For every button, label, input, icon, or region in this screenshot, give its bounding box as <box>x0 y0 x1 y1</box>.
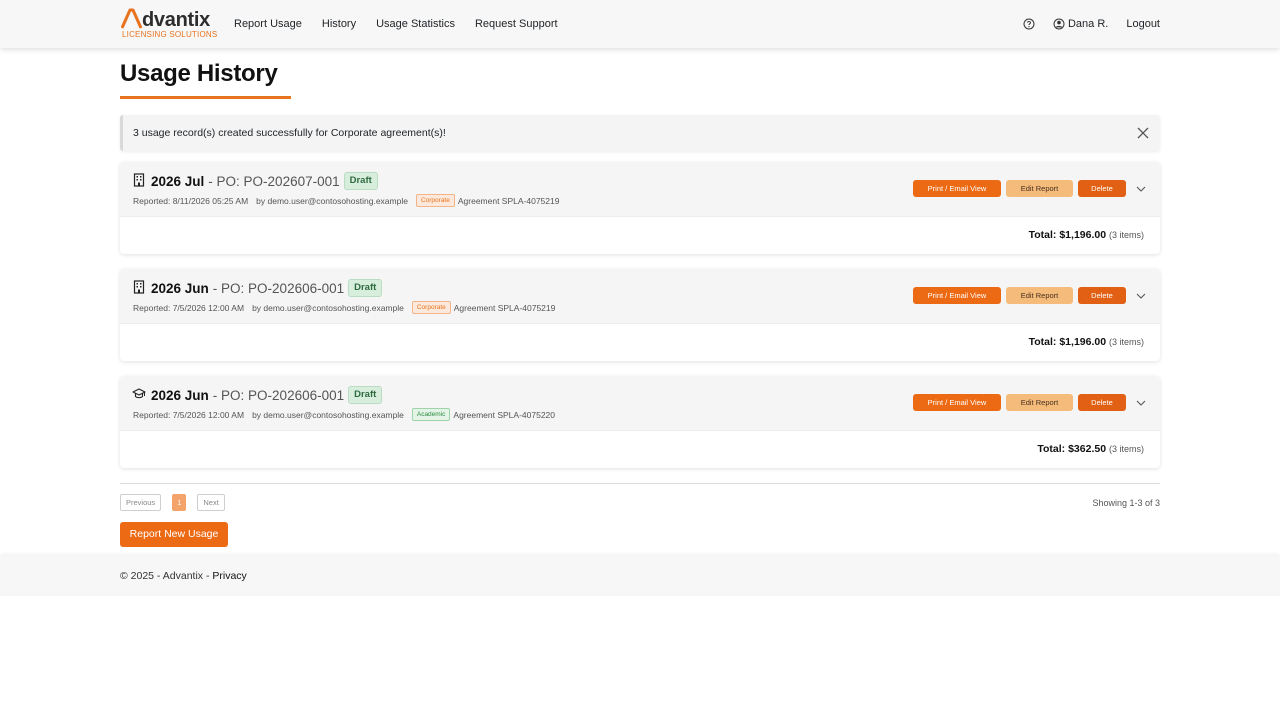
agreement-type-badge: Academic <box>411 408 451 421</box>
next-page-button[interactable]: Next <box>197 494 225 511</box>
record-meta: Reported: 7/5/2026 12:00 AM by demo.user… <box>133 301 555 314</box>
record-period: 2026 Jul <box>151 173 205 189</box>
record-actions: Print / Email View Edit Report Delete <box>913 180 1126 197</box>
record-actions: Print / Email View Edit Report Delete <box>913 287 1126 304</box>
delete-button[interactable]: Delete <box>1078 180 1126 197</box>
total-label: Total: <box>1037 443 1066 455</box>
print-email-view-button[interactable]: Print / Email View <box>913 394 1001 411</box>
record-meta: Reported: 7/5/2026 12:00 AM by demo.user… <box>133 408 555 421</box>
nav-links: Report Usage History Usage Statistics Re… <box>224 0 568 48</box>
chevron-down-icon[interactable] <box>1136 184 1146 194</box>
chevron-down-icon[interactable] <box>1136 398 1146 408</box>
usage-record-card: 2026 Jun - PO: PO-202606-001 Draft Repor… <box>120 269 1160 361</box>
item-count: (3 items) <box>1108 337 1144 347</box>
page-1-button[interactable]: 1 <box>172 494 187 511</box>
agreement-id: Agreement SPLA-4075219 <box>453 302 556 313</box>
usage-record-card: 2026 Jul - PO: PO-202607-001 Draft Repor… <box>120 162 1160 254</box>
copyright: © 2025 - Advantix - <box>120 570 213 582</box>
agreement-id: Agreement SPLA-4075219 <box>457 195 560 206</box>
user-menu[interactable]: Dana R. <box>1053 18 1108 30</box>
record-po: - PO: PO-202606-001 <box>212 387 345 403</box>
total-label: Total: <box>1028 229 1057 241</box>
edit-report-button[interactable]: Edit Report <box>1006 180 1073 197</box>
edit-report-button[interactable]: Edit Report <box>1006 394 1073 411</box>
reported-by: by demo.user@contosohosting.example <box>252 302 404 313</box>
record-actions: Print / Email View Edit Report Delete <box>913 394 1126 411</box>
record-total: Total: $1,196.00 (3 items) <box>1029 229 1144 241</box>
status-badge: Draft <box>343 172 378 190</box>
user-name: Dana R. <box>1067 18 1109 30</box>
record-title: 2026 Jul - PO: PO-202607-001 Draft <box>151 172 378 190</box>
reported-date: Reported: 7/5/2026 12:00 AM <box>133 409 245 420</box>
pagination-divider <box>120 483 1160 484</box>
top-navbar: dvantix LICENSING SOLUTIONS Report Usage… <box>0 0 1280 48</box>
edit-report-button[interactable]: Edit Report <box>1006 287 1073 304</box>
chevron-down-icon[interactable] <box>1136 291 1146 301</box>
record-po: - PO: PO-202606-001 <box>212 280 345 296</box>
reported-date: Reported: 7/5/2026 12:00 AM <box>133 302 245 313</box>
usage-record-header[interactable]: 2026 Jul - PO: PO-202607-001 Draft Repor… <box>120 162 1160 217</box>
footer: © 2025 - Advantix - Privacy <box>0 556 1280 596</box>
advantix-logo[interactable]: dvantix LICENSING SOLUTIONS <box>121 8 217 40</box>
privacy-link[interactable]: Privacy <box>212 570 246 582</box>
reported-date: Reported: 8/11/2026 05:25 AM <box>133 195 249 206</box>
page-title: Usage History <box>120 60 278 87</box>
usage-record-card: 2026 Jun - PO: PO-202606-001 Draft Repor… <box>120 376 1160 468</box>
nav-history[interactable]: History <box>312 18 366 30</box>
nav-report-usage[interactable]: Report Usage <box>224 18 312 30</box>
usage-record-header[interactable]: 2026 Jun - PO: PO-202606-001 Draft Repor… <box>120 269 1160 324</box>
graduation-cap-icon <box>132 388 146 399</box>
record-period: 2026 Jun <box>151 387 209 403</box>
status-badge: Draft <box>348 279 383 297</box>
agreement-type-badge: Corporate <box>415 194 455 207</box>
print-email-view-button[interactable]: Print / Email View <box>913 287 1001 304</box>
usage-record-header[interactable]: 2026 Jun - PO: PO-202606-001 Draft Repor… <box>120 376 1160 431</box>
record-total: Total: $1,196.00 (3 items) <box>1029 336 1144 348</box>
help-icon[interactable] <box>1023 18 1035 30</box>
title-underline <box>120 96 291 99</box>
record-po: - PO: PO-202607-001 <box>208 173 340 189</box>
agreement-type-badge: Corporate <box>411 301 451 314</box>
user-circle-icon <box>1053 18 1065 30</box>
close-icon[interactable] <box>1136 126 1150 140</box>
status-badge: Draft <box>348 386 383 404</box>
agreement-id: Agreement SPLA-4075220 <box>453 409 556 420</box>
footer-text: © 2025 - Advantix - Privacy <box>120 556 247 596</box>
reported-by: by demo.user@contosohosting.example <box>256 195 408 206</box>
total-amount: $1,196.00 <box>1059 229 1107 241</box>
building-icon <box>133 173 145 187</box>
total-amount: $1,196.00 <box>1059 336 1107 348</box>
building-icon <box>133 280 145 294</box>
print-email-view-button[interactable]: Print / Email View <box>913 180 1001 197</box>
success-alert: 3 usage record(s) created successfully f… <box>120 115 1160 151</box>
alert-message: 3 usage record(s) created successfully f… <box>133 127 446 139</box>
report-new-usage-button[interactable]: Report New Usage <box>120 522 228 547</box>
nav-right: Dana R. Logout <box>1023 0 1160 48</box>
nav-request-support[interactable]: Request Support <box>465 18 568 30</box>
record-meta: Reported: 8/11/2026 05:25 AM by demo.use… <box>133 194 559 207</box>
record-period: 2026 Jun <box>151 280 209 296</box>
total-label: Total: <box>1028 336 1057 348</box>
item-count: (3 items) <box>1108 444 1144 454</box>
pagination: Previous 1 Next <box>120 494 225 511</box>
logo-wordmark: dvantix <box>142 9 210 31</box>
delete-button[interactable]: Delete <box>1078 394 1126 411</box>
record-total: Total: $362.50 (3 items) <box>1037 443 1144 455</box>
record-title: 2026 Jun - PO: PO-202606-001 Draft <box>151 386 383 404</box>
record-title: 2026 Jun - PO: PO-202606-001 Draft <box>151 279 383 297</box>
delete-button[interactable]: Delete <box>1078 287 1126 304</box>
logo-mark-icon <box>121 8 143 29</box>
logout-link[interactable]: Logout <box>1126 18 1160 30</box>
total-amount: $362.50 <box>1068 443 1107 455</box>
reported-by: by demo.user@contosohosting.example <box>252 409 404 420</box>
nav-usage-statistics[interactable]: Usage Statistics <box>366 18 465 30</box>
logo-tagline: LICENSING SOLUTIONS <box>122 30 218 39</box>
showing-count: Showing 1-3 of 3 <box>1092 498 1160 508</box>
previous-page-button[interactable]: Previous <box>120 494 162 511</box>
item-count: (3 items) <box>1108 230 1144 240</box>
